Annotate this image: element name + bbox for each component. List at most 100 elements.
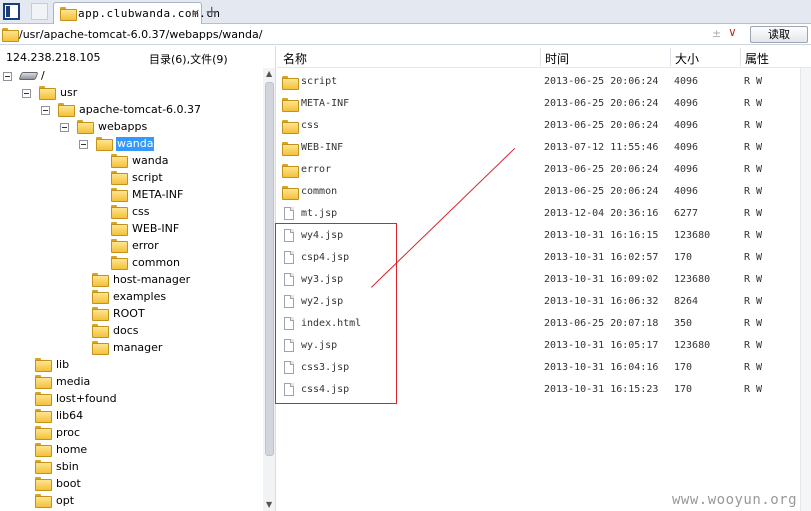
tab-site[interactable]: app.clubwanda.com.cn ×: [53, 2, 220, 24]
file-row[interactable]: META-INF 2013-06-25 20:06:24 4096 R W: [277, 93, 797, 115]
folder-icon: [111, 222, 128, 236]
tree-node-label: common: [132, 256, 180, 269]
blank-tab-icon[interactable]: [31, 3, 48, 20]
file-name: mt.jsp: [301, 208, 338, 219]
tree-node-label: examples: [113, 290, 167, 303]
file-row[interactable]: wy4.jsp 2013-10-31 16:16:15 123680 R W: [277, 225, 797, 247]
folder-icon: [77, 120, 94, 134]
file-size: 6277: [674, 208, 699, 219]
file-row[interactable]: mt.jsp 2013-12-04 20:36:16 6277 R W: [277, 203, 797, 225]
file-row[interactable]: css 2013-06-25 20:06:24 4096 R W: [277, 115, 797, 137]
folder-icon: [282, 186, 299, 200]
directory-tree-pane: 124.238.218.105 目录(6),文件(9) / usr apache-t…: [0, 46, 276, 511]
tree-node-label: boot: [56, 477, 81, 490]
add-tab-icon[interactable]: +: [205, 2, 218, 21]
plus-minus-icon[interactable]: ±: [712, 27, 721, 40]
file-size: 4096: [674, 76, 699, 87]
path-input[interactable]: /usr/apache-tomcat-6.0.37/webapps/wanda/: [19, 26, 719, 43]
collapse-toggle-icon[interactable]: [3, 72, 12, 81]
file-attr: R W: [744, 186, 763, 197]
file-icon: [284, 207, 294, 220]
file-row[interactable]: index.html 2013-06-25 20:07:18 350 R W: [277, 313, 797, 335]
collapse-toggle-icon[interactable]: [22, 89, 31, 98]
tree-scrollbar[interactable]: ▲ ▼: [263, 68, 275, 511]
folder-icon: [35, 460, 52, 474]
file-attr: R W: [744, 384, 763, 395]
tree-node-label: /: [41, 69, 45, 82]
file-attr: R W: [744, 120, 763, 131]
scroll-thumb[interactable]: [265, 82, 274, 456]
file-time: 2013-07-12 11:55:46: [544, 142, 659, 153]
folder-icon: [2, 28, 19, 42]
file-attr: R W: [744, 142, 763, 153]
file-row[interactable]: css4.jsp 2013-10-31 16:15:23 170 R W: [277, 379, 797, 401]
read-button[interactable]: 读取: [750, 26, 808, 43]
file-row[interactable]: csp4.jsp 2013-10-31 16:02:57 170 R W: [277, 247, 797, 269]
file-name: wy.jsp: [301, 340, 338, 351]
tree-node-label: script: [132, 171, 163, 184]
column-size-header[interactable]: 大小: [675, 50, 699, 67]
file-name: common: [301, 186, 338, 197]
file-name: wy3.jsp: [301, 274, 344, 285]
folder-icon: [282, 98, 299, 112]
file-list-scrollbar[interactable]: [800, 68, 811, 511]
file-icon: [284, 339, 294, 352]
file-time: 2013-10-31 16:15:23: [544, 384, 659, 395]
folder-icon: [92, 273, 109, 287]
tree-node-label: proc: [56, 426, 81, 439]
file-row[interactable]: wy2.jsp 2013-10-31 16:06:32 8264 R W: [277, 291, 797, 313]
close-icon[interactable]: ×: [191, 6, 200, 19]
file-time: 2013-10-31 16:05:17: [544, 340, 659, 351]
tree-node-label: media: [56, 375, 91, 388]
file-time: 2013-10-31 16:06:32: [544, 296, 659, 307]
chevron-down-icon[interactable]: ∨: [728, 25, 737, 39]
file-row[interactable]: css3.jsp 2013-10-31 16:04:16 170 R W: [277, 357, 797, 379]
folder-icon: [35, 443, 52, 457]
collapse-toggle-icon[interactable]: [60, 123, 69, 132]
file-row[interactable]: script 2013-06-25 20:06:24 4096 R W: [277, 71, 797, 93]
folder-icon: [111, 154, 128, 168]
file-row[interactable]: wy3.jsp 2013-10-31 16:09:02 123680 R W: [277, 269, 797, 291]
file-size: 170: [674, 384, 693, 395]
panel-toggle-icon[interactable]: [3, 3, 20, 20]
file-attr: R W: [744, 318, 763, 329]
tree-node-label: WEB-INF: [132, 222, 180, 235]
server-ip: 124.238.218.105: [6, 51, 101, 64]
tree-node-label: manager: [113, 341, 163, 354]
tree-node-label: lib64: [56, 409, 84, 422]
tree-header: 124.238.218.105 目录(6),文件(9): [0, 46, 275, 68]
column-time-header[interactable]: 时间: [545, 50, 569, 67]
file-size: 4096: [674, 186, 699, 197]
file-attr: R W: [744, 340, 763, 351]
folder-icon: [35, 494, 52, 508]
folder-icon: [92, 324, 109, 338]
file-time: 2013-10-31 16:04:16: [544, 362, 659, 373]
file-row[interactable]: wy.jsp 2013-10-31 16:05:17 123680 R W: [277, 335, 797, 357]
file-attr: R W: [744, 362, 763, 373]
file-row[interactable]: WEB-INF 2013-07-12 11:55:46 4096 R W: [277, 137, 797, 159]
file-icon: [284, 251, 294, 264]
column-attr-header[interactable]: 属性: [745, 50, 769, 67]
collapse-toggle-icon[interactable]: [41, 106, 50, 115]
folder-icon: [282, 76, 299, 90]
file-icon: [284, 295, 294, 308]
file-icon: [284, 273, 294, 286]
column-name-header[interactable]: 名称: [283, 50, 307, 67]
tab-bar: app.clubwanda.com.cn × +: [0, 0, 811, 24]
file-name: wy4.jsp: [301, 230, 344, 241]
folder-icon: [111, 188, 128, 202]
folder-icon: [111, 239, 128, 253]
file-time: 2013-10-31 16:09:02: [544, 274, 659, 285]
file-time: 2013-06-25 20:06:24: [544, 98, 659, 109]
file-time: 2013-12-04 20:36:16: [544, 208, 659, 219]
scroll-down-icon[interactable]: ▼: [266, 500, 272, 509]
folder-icon: [35, 477, 52, 491]
file-time: 2013-06-25 20:06:24: [544, 186, 659, 197]
file-size: 170: [674, 252, 693, 263]
tree-node-label: META-INF: [132, 188, 184, 201]
file-row[interactable]: error 2013-06-25 20:06:24 4096 R W: [277, 159, 797, 181]
file-attr: R W: [744, 164, 763, 175]
file-row[interactable]: common 2013-06-25 20:06:24 4096 R W: [277, 181, 797, 203]
scroll-up-icon[interactable]: ▲: [266, 69, 272, 78]
collapse-toggle-icon[interactable]: [79, 140, 88, 149]
